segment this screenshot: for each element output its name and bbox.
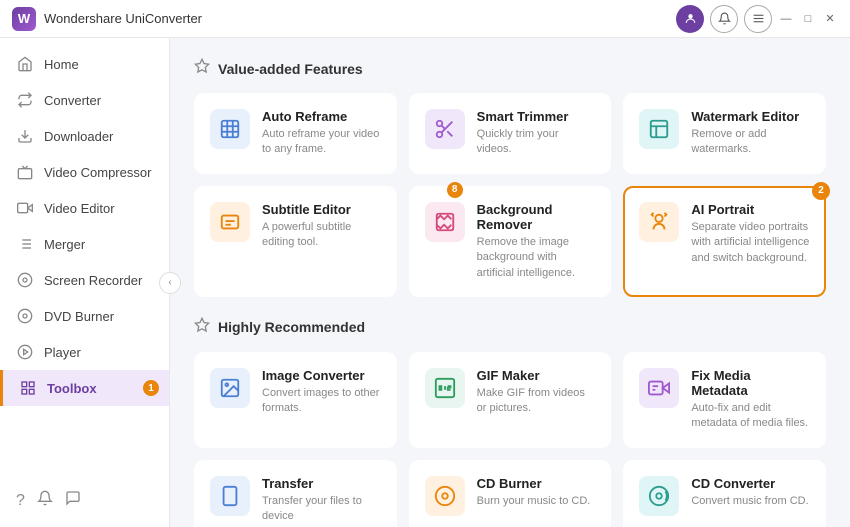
ai-portrait-desc: Separate video portraits with artificial… (691, 220, 810, 266)
smart-trimmer-title: Smart Trimmer (477, 109, 596, 124)
feedback-icon[interactable] (65, 490, 81, 511)
fix-media-icon-wrap (639, 368, 679, 408)
auto-reframe-icon-wrap (210, 109, 250, 149)
image-converter-title: Image Converter (262, 368, 381, 383)
star-icon (194, 58, 210, 79)
toolbox-icon (19, 379, 37, 397)
ai-portrait-card[interactable]: 2 AI Portrait Separate video portraits w… (623, 186, 826, 297)
downloader-icon (16, 127, 34, 145)
section1-header: Value-added Features (194, 58, 826, 79)
close-button[interactable]: ✕ (822, 11, 838, 27)
image-converter-desc: Convert images to other formats. (262, 386, 381, 417)
player-icon (16, 343, 34, 361)
cd-converter-card[interactable]: CD Converter Convert music from CD. (623, 460, 826, 527)
sidebar-item-converter[interactable]: Converter (0, 82, 169, 118)
transfer-card[interactable]: Transfer Transfer your files to device (194, 460, 397, 527)
transfer-title: Transfer (262, 476, 381, 491)
background-remover-title: Background Remover (477, 202, 596, 232)
subtitle-editor-icon-wrap (210, 202, 250, 242)
fix-media-title: Fix Media Metadata (691, 368, 810, 398)
home-icon (16, 55, 34, 73)
subtitle-editor-card[interactable]: Subtitle Editor A powerful subtitle edit… (194, 186, 397, 297)
subtitle-editor-title: Subtitle Editor (262, 202, 381, 217)
smart-trimmer-desc: Quickly trim your videos. (477, 127, 596, 158)
image-converter-icon-wrap (210, 368, 250, 408)
sidebar-item-merger[interactable]: Merger (0, 226, 169, 262)
sidebar-item-dvd-burner[interactable]: DVD Burner (0, 298, 169, 334)
help-icon[interactable]: ? (16, 492, 25, 510)
value-added-grid: Auto Reframe Auto reframe your video to … (194, 93, 826, 297)
screen-recorder-icon (16, 271, 34, 289)
video-compressor-icon (16, 163, 34, 181)
recommended-grid: Image Converter Convert images to other … (194, 352, 826, 527)
gif-maker-icon-wrap (425, 368, 465, 408)
sidebar-collapse-button[interactable]: ‹ (159, 272, 181, 294)
cd-converter-title: CD Converter (691, 476, 810, 491)
merger-icon (16, 235, 34, 253)
converter-icon (16, 91, 34, 109)
background-remover-badge: 8 (447, 182, 463, 198)
sidebar-item-toolbox[interactable]: Toolbox 1 (0, 370, 169, 406)
watermark-editor-title: Watermark Editor (691, 109, 810, 124)
notification-bell-icon[interactable] (37, 490, 53, 511)
ai-portrait-badge: 2 (812, 182, 830, 200)
toolbox-badge: 1 (143, 380, 159, 396)
main-content: Value-added Features Auto Reframe Auto r… (170, 38, 850, 527)
sidebar: Home Converter Downloader Video Compress… (0, 38, 170, 527)
cd-burner-card[interactable]: CD Burner Burn your music to CD. (409, 460, 612, 527)
section2-header: Highly Recommended (194, 317, 826, 338)
smart-trimmer-icon-wrap (425, 109, 465, 149)
sidebar-item-downloader[interactable]: Downloader (0, 118, 169, 154)
sidebar-item-video-editor[interactable]: Video Editor (0, 190, 169, 226)
cd-burner-desc: Burn your music to CD. (477, 494, 596, 509)
user-icon[interactable] (676, 5, 704, 33)
maximize-button[interactable]: □ (800, 11, 816, 27)
main-layout: Home Converter Downloader Video Compress… (0, 38, 850, 527)
watermark-editor-desc: Remove or add watermarks. (691, 127, 810, 158)
minimize-button[interactable]: — (778, 11, 794, 27)
auto-reframe-card[interactable]: Auto Reframe Auto reframe your video to … (194, 93, 397, 174)
titlebar-controls: — □ ✕ (676, 5, 838, 33)
cd-converter-icon-wrap (639, 476, 679, 516)
video-editor-icon (16, 199, 34, 217)
ai-portrait-title: AI Portrait (691, 202, 810, 217)
gif-maker-desc: Make GIF from videos or pictures. (477, 386, 596, 417)
cd-burner-icon-wrap (425, 476, 465, 516)
smart-trimmer-card[interactable]: Smart Trimmer Quickly trim your videos. (409, 93, 612, 174)
sidebar-bottom: ? (0, 482, 169, 519)
titlebar: W Wondershare UniConverter — □ ✕ (0, 0, 850, 38)
watermark-editor-card[interactable]: Watermark Editor Remove or add watermark… (623, 93, 826, 174)
notification-icon[interactable] (710, 5, 738, 33)
sidebar-item-home[interactable]: Home (0, 46, 169, 82)
subtitle-editor-desc: A powerful subtitle editing tool. (262, 220, 381, 251)
image-converter-card[interactable]: Image Converter Convert images to other … (194, 352, 397, 448)
ai-portrait-icon-wrap (639, 202, 679, 242)
sidebar-item-player[interactable]: Player (0, 334, 169, 370)
sidebar-item-screen-recorder[interactable]: Screen Recorder (0, 262, 169, 298)
background-remover-card[interactable]: 8 Background Remover Remove the image ba… (409, 186, 612, 297)
cd-converter-desc: Convert music from CD. (691, 494, 810, 509)
star2-icon (194, 317, 210, 338)
auto-reframe-desc: Auto reframe your video to any frame. (262, 127, 381, 158)
auto-reframe-title: Auto Reframe (262, 109, 381, 124)
background-remover-icon-wrap (425, 202, 465, 242)
watermark-editor-icon-wrap (639, 109, 679, 149)
app-logo: W (12, 7, 36, 31)
gif-maker-card[interactable]: GIF Maker Make GIF from videos or pictur… (409, 352, 612, 448)
cd-burner-title: CD Burner (477, 476, 596, 491)
transfer-icon-wrap (210, 476, 250, 516)
dvd-burner-icon (16, 307, 34, 325)
app-title: Wondershare UniConverter (44, 11, 676, 26)
fix-media-metadata-card[interactable]: Fix Media Metadata Auto-fix and edit met… (623, 352, 826, 448)
transfer-desc: Transfer your files to device (262, 494, 381, 525)
menu-icon[interactable] (744, 5, 772, 33)
background-remover-desc: Remove the image background with artific… (477, 235, 596, 281)
gif-maker-title: GIF Maker (477, 368, 596, 383)
fix-media-desc: Auto-fix and edit metadata of media file… (691, 401, 810, 432)
sidebar-item-video-compressor[interactable]: Video Compressor (0, 154, 169, 190)
